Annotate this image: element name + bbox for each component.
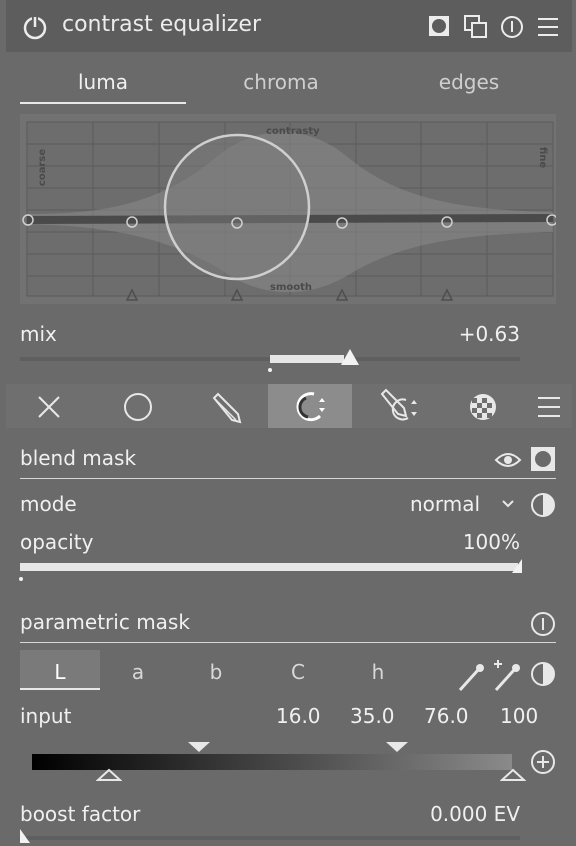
mix-slider-zero-marker bbox=[268, 368, 272, 372]
boost-factor-slider[interactable] bbox=[20, 836, 520, 840]
tab-luma[interactable]: luma bbox=[20, 70, 186, 94]
channel-tab-l[interactable]: L bbox=[20, 660, 100, 684]
blend-panel bbox=[6, 432, 572, 846]
opacity-slider[interactable] bbox=[20, 563, 518, 571]
channel-tab-underline bbox=[20, 688, 100, 690]
drawn-mask-icon[interactable] bbox=[210, 392, 242, 424]
input-marker-bottom-2[interactable] bbox=[500, 768, 526, 782]
mask-polarity-icon[interactable] bbox=[530, 661, 556, 687]
opacity-slider-handle[interactable] bbox=[510, 558, 524, 574]
input-value-2[interactable]: 35.0 bbox=[350, 704, 395, 728]
mix-slider-handle[interactable] bbox=[340, 348, 360, 366]
presets-menu-icon[interactable] bbox=[536, 15, 560, 39]
channel-tab-a[interactable]: a bbox=[98, 660, 178, 684]
drawn-parametric-mask-icon[interactable] bbox=[378, 388, 422, 424]
graph-label-coarse: coarse bbox=[37, 148, 49, 187]
raster-mask-icon[interactable] bbox=[468, 392, 498, 422]
input-marker-bottom-1[interactable] bbox=[96, 768, 122, 782]
opacity-value[interactable]: 100% bbox=[430, 530, 520, 554]
mix-value[interactable]: +0.63 bbox=[446, 322, 520, 346]
opacity-label: opacity bbox=[20, 530, 94, 554]
graph-label-smooth: smooth bbox=[270, 282, 313, 293]
mode-select[interactable]: normal bbox=[410, 492, 480, 516]
opacity-slider-zero-marker bbox=[19, 577, 23, 581]
blend-menu-icon[interactable] bbox=[536, 394, 562, 420]
channel-tab-c[interactable]: C bbox=[258, 660, 338, 684]
picker-add-icon[interactable] bbox=[490, 660, 522, 694]
display-mask-icon[interactable] bbox=[530, 446, 556, 472]
multi-instance-icon[interactable] bbox=[464, 15, 488, 39]
input-marker-top-2[interactable] bbox=[384, 740, 410, 754]
off-icon[interactable] bbox=[36, 394, 62, 420]
parametric-divider bbox=[20, 642, 556, 643]
blend-polarity-icon[interactable] bbox=[530, 492, 556, 518]
blend-mask-title: blend mask bbox=[20, 446, 137, 470]
input-value-4[interactable]: 100 bbox=[500, 704, 538, 728]
graph-label-fine: fine bbox=[537, 146, 549, 169]
boost-factor-slider-handle[interactable] bbox=[18, 828, 32, 844]
reset-icon[interactable] bbox=[500, 15, 524, 39]
equalizer-curve[interactable] bbox=[20, 114, 558, 309]
parametric-reset-icon[interactable] bbox=[530, 611, 556, 637]
tab-chroma[interactable]: chroma bbox=[198, 70, 364, 94]
graph-label-contrasty: contrasty bbox=[266, 126, 320, 137]
boost-factor-label: boost factor bbox=[20, 802, 141, 826]
input-marker-top-1[interactable] bbox=[186, 740, 212, 754]
input-label: input bbox=[20, 704, 72, 728]
input-value-1[interactable]: 16.0 bbox=[276, 704, 321, 728]
parametric-mask-title: parametric mask bbox=[20, 610, 190, 634]
uniform-icon[interactable] bbox=[122, 391, 154, 423]
picker-icon[interactable] bbox=[456, 660, 486, 694]
equalizer-graph[interactable]: contrasty smooth coarse fine bbox=[20, 114, 558, 309]
add-icon[interactable] bbox=[530, 749, 556, 775]
eye-icon[interactable] bbox=[494, 450, 522, 470]
blend-mask-divider bbox=[20, 478, 556, 479]
tab-edges[interactable]: edges bbox=[386, 70, 552, 94]
input-value-3[interactable]: 76.0 bbox=[424, 704, 469, 728]
mix-slider-fill bbox=[270, 355, 344, 363]
parametric-mask-icon[interactable] bbox=[294, 390, 330, 424]
mix-label: mix bbox=[20, 322, 57, 346]
mask-icon[interactable] bbox=[428, 15, 450, 37]
channel-tab-b[interactable]: b bbox=[176, 660, 256, 684]
mode-label: mode bbox=[20, 492, 77, 516]
boost-factor-value[interactable]: 0.000 EV bbox=[380, 802, 520, 826]
power-icon[interactable] bbox=[22, 14, 48, 40]
channel-tab-h[interactable]: h bbox=[338, 660, 418, 684]
module-title: contrast equalizer bbox=[62, 12, 262, 37]
active-tab-indicator bbox=[20, 102, 186, 104]
chevron-down-icon[interactable] bbox=[500, 496, 516, 512]
